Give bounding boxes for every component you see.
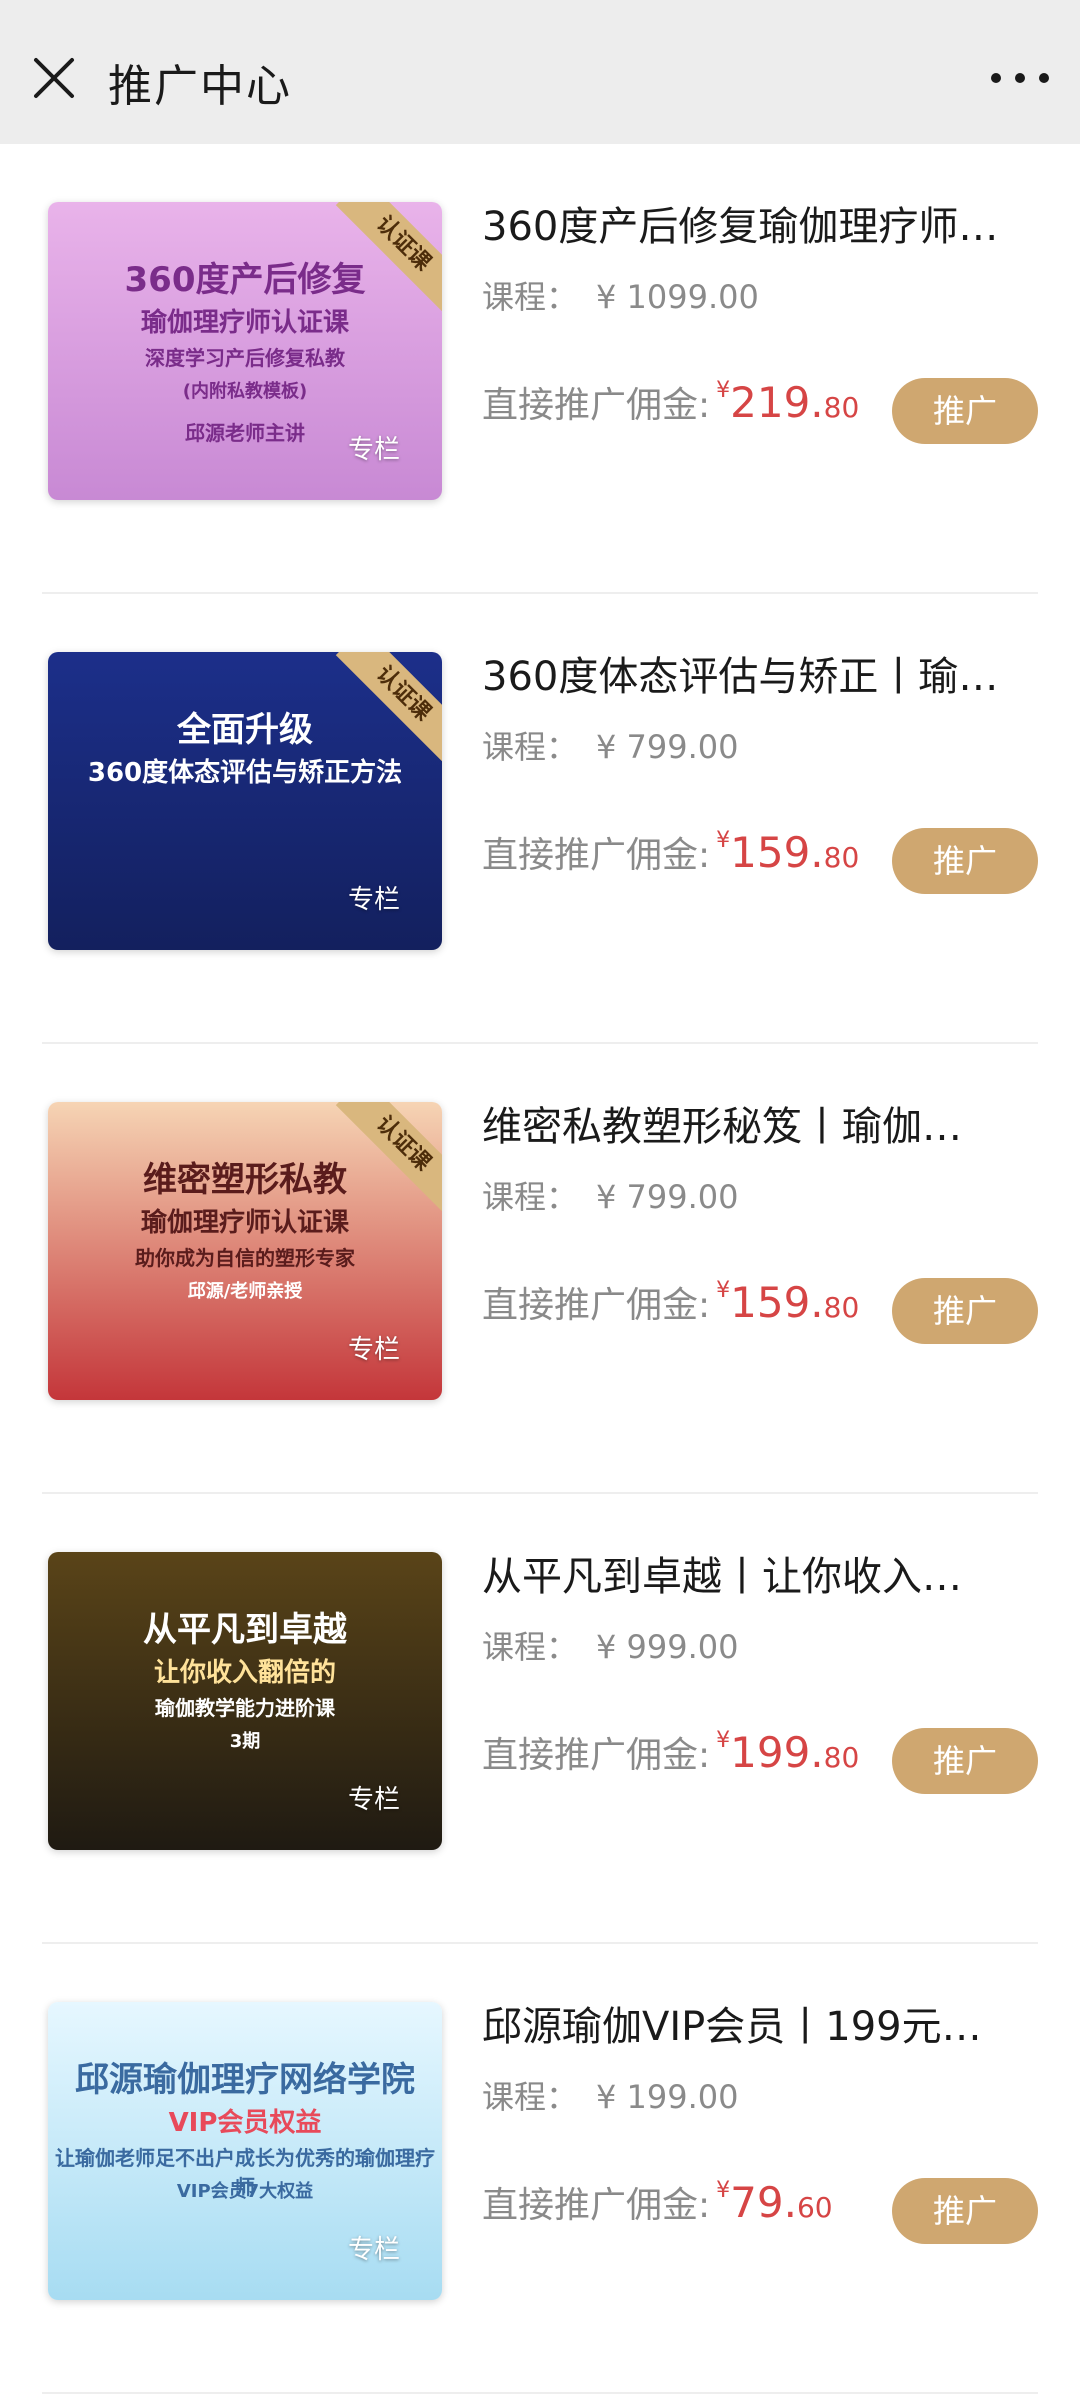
thumbnail-caption: 维密塑形私教 bbox=[143, 1160, 347, 1200]
commission-amount-integer: 199. bbox=[730, 1728, 824, 1777]
currency-symbol: ¥ bbox=[716, 1728, 731, 1753]
course-title[interactable]: 360度体态评估与矫正丨瑜… bbox=[482, 644, 1042, 702]
commission-amount-decimal: 80 bbox=[823, 1741, 860, 1774]
commission-label: 直接推广佣金: bbox=[482, 1285, 711, 1326]
commission-amount-integer: 79. bbox=[730, 2178, 797, 2227]
commission-amount-decimal: 60 bbox=[796, 2191, 833, 2224]
currency-symbol: ¥ bbox=[716, 828, 731, 853]
commission-amount-decimal: 80 bbox=[823, 391, 860, 424]
top-navigation-bar: 推广中心 bbox=[0, 0, 1080, 144]
course-price: ¥ 799.00 bbox=[596, 728, 739, 766]
commission-row: 直接推广佣金: ¥199.80 bbox=[482, 1726, 859, 1778]
thumbnail-caption: 邱源/老师亲授 bbox=[187, 1281, 303, 1302]
thumbnail-caption: 从平凡到卓越 bbox=[143, 1610, 347, 1650]
course-thumbnail[interactable]: 从平凡到卓越让你收入翻倍的瑜伽教学能力进阶课 3期专栏 bbox=[48, 1552, 442, 1850]
price-label: 课程： bbox=[482, 1178, 579, 1216]
thumbnail-caption: (内附私教模板) bbox=[182, 381, 308, 402]
course-item[interactable]: 邱源瑜伽理疗网络学院 VIP会员权益 让瑜伽老师足不出户成长为优秀的瑜伽理疗师 VIP… bbox=[0, 1944, 1080, 2394]
column-tag: 专栏 bbox=[347, 1785, 400, 1815]
promote-button[interactable]: 推广 bbox=[892, 1278, 1038, 1344]
commission-amount-decimal: 80 bbox=[823, 1291, 860, 1324]
currency-symbol: ¥ bbox=[716, 2178, 731, 2203]
thumbnail-caption: 360度体态评估与矫正方法 bbox=[87, 758, 403, 788]
course-price: ¥ 799.00 bbox=[596, 1178, 739, 1216]
course-price-row: 课程： ¥ 1099.00 bbox=[482, 272, 759, 318]
thumbnail-caption: 瑜伽理疗师认证课 bbox=[140, 1208, 349, 1238]
course-price-row: 课程： ¥ 799.00 bbox=[482, 722, 739, 768]
commission-row: 直接推广佣金: ¥159.80 bbox=[482, 826, 859, 878]
currency-symbol: ¥ bbox=[716, 378, 731, 403]
course-thumbnail[interactable]: 维密塑形私教 瑜伽理疗师认证课 助你成为自信的塑形专家 邱源/老师亲授 认证课 专栏 bbox=[48, 1102, 442, 1400]
commission-amount-integer: 159. bbox=[730, 1278, 824, 1327]
commission-label: 直接推广佣金: bbox=[482, 1735, 711, 1776]
course-price-row: 课程： ¥ 999.00 bbox=[482, 1622, 739, 1668]
promote-button[interactable]: 推广 bbox=[892, 828, 1038, 894]
thumbnail-caption: 360度产后修复 bbox=[124, 260, 366, 300]
course-title[interactable]: 从平凡到卓越丨让你收入… bbox=[482, 1544, 1042, 1602]
price-label: 课程： bbox=[482, 278, 579, 316]
commission-amount-integer: 219. bbox=[730, 378, 824, 427]
course-price-row: 课程： ¥ 799.00 bbox=[482, 1172, 739, 1218]
course-thumbnail[interactable]: 邱源瑜伽理疗网络学院 VIP会员权益 让瑜伽老师足不出户成长为优秀的瑜伽理疗师 VIP… bbox=[48, 2002, 442, 2300]
promote-button[interactable]: 推广 bbox=[892, 1728, 1038, 1794]
thumbnail-caption: 全面升级 bbox=[177, 710, 313, 750]
column-tag: 专栏 bbox=[347, 435, 400, 465]
price-label: 课程： bbox=[482, 1628, 579, 1666]
commission-label: 直接推广佣金: bbox=[482, 835, 711, 876]
course-thumbnail[interactable]: 全面升级 360度体态评估与矫正方法 认证课 专栏 bbox=[48, 652, 442, 950]
close-icon[interactable] bbox=[32, 56, 76, 100]
promote-button[interactable]: 推广 bbox=[892, 2178, 1038, 2244]
commission-row: 直接推广佣金: ¥159.80 bbox=[482, 1276, 859, 1328]
commission-row: 直接推广佣金: ¥219.80 bbox=[482, 376, 859, 428]
commission-label: 直接推广佣金: bbox=[482, 385, 711, 426]
column-tag: 专栏 bbox=[347, 1335, 400, 1365]
course-item[interactable]: 全面升级 360度体态评估与矫正方法 认证课 专栏 360度体态评估与矫正丨瑜… 课程： ¥… bbox=[0, 594, 1080, 1044]
commission-label: 直接推广佣金: bbox=[482, 2185, 711, 2226]
thumbnail-caption: 邱源瑜伽理疗网络学院 bbox=[75, 2060, 415, 2100]
course-item[interactable]: 维密塑形私教 瑜伽理疗师认证课 助你成为自信的塑形专家 邱源/老师亲授 认证课 专栏 维密私… bbox=[0, 1044, 1080, 1494]
currency-symbol: ¥ bbox=[716, 1278, 731, 1303]
thumbnail-caption: 让你收入翻倍的 bbox=[153, 1658, 336, 1688]
course-title[interactable]: 360度产后修复瑜伽理疗师… bbox=[482, 194, 1042, 252]
course-item[interactable]: 从平凡到卓越让你收入翻倍的瑜伽教学能力进阶课 3期专栏 从平凡到卓越丨让你收入… 课程… bbox=[0, 1494, 1080, 1944]
course-price: ¥ 199.00 bbox=[596, 2078, 739, 2116]
more-icon[interactable] bbox=[984, 56, 1056, 100]
thumbnail-caption: 深度学习产后修复私教 bbox=[145, 346, 345, 370]
course-price: ¥ 999.00 bbox=[596, 1628, 739, 1666]
course-thumbnail[interactable]: 360度产后修复 瑜伽理疗师认证课 深度学习产后修复私教 (内附私教模板) 邱源老师主讲… bbox=[48, 202, 442, 500]
course-price-row: 课程： ¥ 199.00 bbox=[482, 2072, 739, 2118]
price-label: 课程： bbox=[482, 728, 579, 766]
course-item[interactable]: 360度产后修复 瑜伽理疗师认证课 深度学习产后修复私教 (内附私教模板) 邱源老师主讲… bbox=[0, 144, 1080, 594]
course-price: ¥ 1099.00 bbox=[596, 278, 759, 316]
column-tag: 专栏 bbox=[347, 885, 400, 915]
page-title: 推广中心 bbox=[108, 61, 292, 112]
commission-row: 直接推广佣金: ¥79.60 bbox=[482, 2176, 833, 2228]
thumbnail-caption: 瑜伽理疗师认证课 bbox=[140, 308, 349, 338]
thumbnail-caption: VIP会员权益 bbox=[168, 2108, 322, 2138]
course-title[interactable]: 邱源瑜伽VIP会员丨199元… bbox=[482, 1994, 1042, 2052]
thumbnail-caption: 3期 bbox=[229, 1731, 261, 1752]
commission-amount-integer: 159. bbox=[730, 828, 824, 877]
thumbnail-caption: VIP会员7大权益 bbox=[176, 2181, 314, 2202]
thumbnail-caption: 助你成为自信的塑形专家 bbox=[135, 1246, 355, 1270]
commission-amount-decimal: 80 bbox=[823, 841, 860, 874]
course-title[interactable]: 维密私教塑形秘笈丨瑜伽… bbox=[482, 1094, 1042, 1152]
price-label: 课程： bbox=[482, 2078, 579, 2116]
promote-button[interactable]: 推广 bbox=[892, 378, 1038, 444]
column-tag: 专栏 bbox=[347, 2235, 400, 2265]
thumbnail-caption: 瑜伽教学能力进阶课 bbox=[155, 1696, 335, 1720]
